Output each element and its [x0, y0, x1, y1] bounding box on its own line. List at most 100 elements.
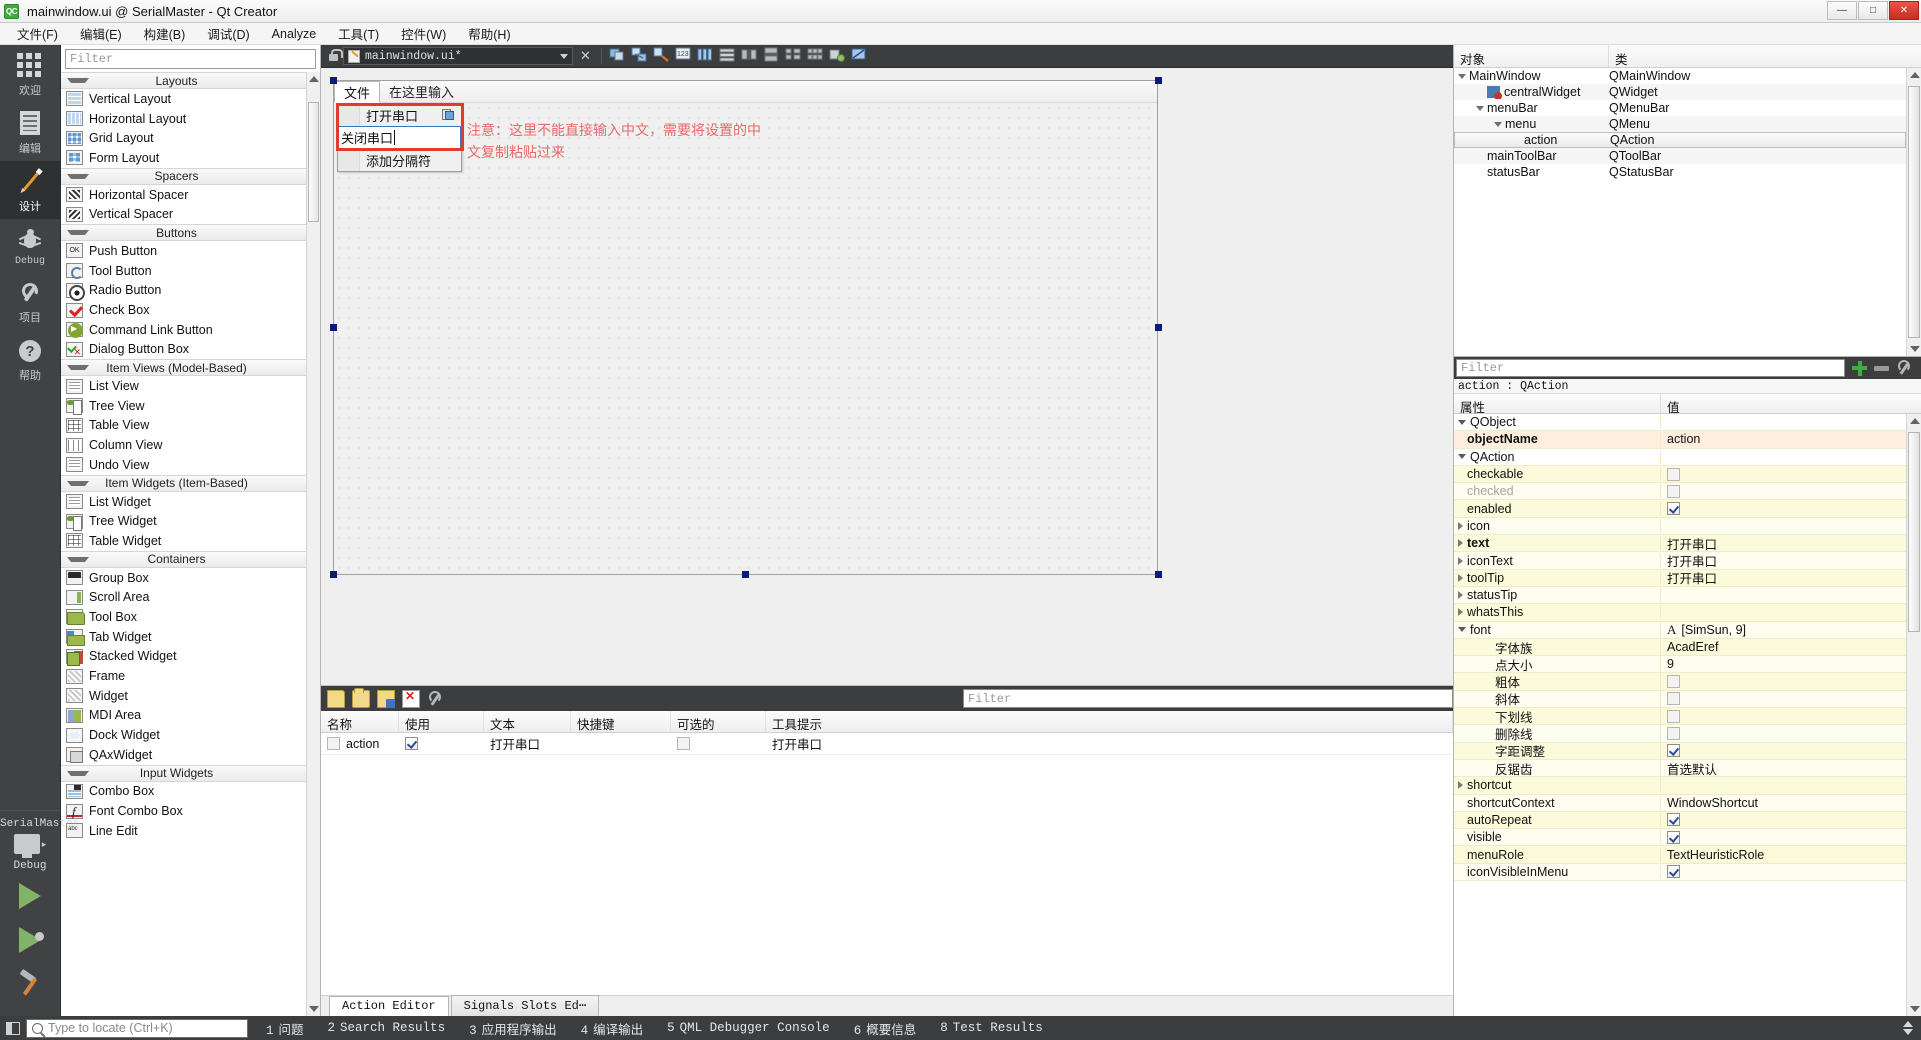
- property-checkbox[interactable]: [1667, 467, 1680, 481]
- action-tooltip-cell[interactable]: 打开串口: [766, 734, 1453, 753]
- output-pane-button-6[interactable]: 6 概要信息: [842, 1019, 929, 1038]
- scroll-down-icon[interactable]: [309, 1006, 319, 1012]
- property-row[interactable]: 点大小 9: [1454, 654, 1906, 674]
- widget-category-containers[interactable]: Containers: [61, 550, 306, 568]
- menu-edit[interactable]: 编辑(E): [69, 22, 133, 45]
- debug-button[interactable]: [0, 918, 60, 962]
- layout-vertically-button[interactable]: [717, 47, 738, 66]
- property-checkbox[interactable]: [1667, 502, 1680, 516]
- widget-item-table-view[interactable]: Table View: [61, 416, 306, 436]
- action-col-header-2[interactable]: 文本: [484, 711, 571, 732]
- property-row[interactable]: shortcut: [1454, 777, 1906, 795]
- widget-item-tab-widget[interactable]: Tab Widget: [61, 627, 306, 647]
- action-text-cell[interactable]: 打开串口: [484, 734, 571, 753]
- widget-item-mdi-area[interactable]: MDI Area: [61, 706, 306, 726]
- chevron-down-icon[interactable]: [1458, 627, 1466, 633]
- object-inspector-scrollbar[interactable]: [1906, 68, 1921, 356]
- folder-icon[interactable]: [352, 687, 370, 708]
- property-row[interactable]: text 打开串口: [1454, 535, 1906, 553]
- property-checkbox[interactable]: [1667, 709, 1680, 723]
- menu-analyze[interactable]: Analyze: [261, 25, 327, 43]
- property-value-cell[interactable]: WindowShortcut: [1661, 796, 1906, 810]
- selection-handle-ml[interactable]: [330, 324, 337, 331]
- action-editor-filter-input[interactable]: Filter: [963, 689, 1453, 708]
- property-checkbox[interactable]: [1667, 484, 1680, 498]
- widget-category-item-views-model-based[interactable]: Item Views (Model-Based): [61, 359, 306, 377]
- minimize-button[interactable]: —: [1827, 1, 1857, 20]
- widget-item-tool-button[interactable]: Tool Button: [61, 261, 306, 281]
- menu-widgets[interactable]: 控件(W): [390, 22, 457, 45]
- property-row[interactable]: autoRepeat: [1454, 811, 1906, 830]
- widget-item-font-combo-box[interactable]: Font Combo Box: [61, 801, 306, 821]
- action-col-header-5[interactable]: 工具提示: [766, 711, 1453, 732]
- action-used-checkbox[interactable]: [405, 737, 418, 750]
- chevron-right-icon[interactable]: [1458, 591, 1463, 600]
- chevron-right-icon[interactable]: [1458, 608, 1463, 617]
- property-checkbox[interactable]: [1667, 813, 1680, 827]
- widget-item-horizontal-spacer[interactable]: Horizontal Spacer: [61, 185, 306, 205]
- property-row[interactable]: shortcutContext WindowShortcut: [1454, 794, 1906, 812]
- object-inspector-row[interactable]: MainWindow QMainWindow: [1454, 68, 1906, 84]
- action-col-header-1[interactable]: 使用: [399, 711, 484, 732]
- widget-item-scroll-area[interactable]: Scroll Area: [61, 587, 306, 607]
- selection-handle-tr[interactable]: [1155, 77, 1162, 84]
- form-menu-item-1[interactable]: 在这里输入: [380, 81, 463, 102]
- property-value-cell[interactable]: [1661, 813, 1906, 827]
- property-value-cell[interactable]: [1661, 830, 1906, 844]
- output-pane-button-5[interactable]: 5 QML Debugger Console: [655, 1021, 842, 1035]
- form-menu-item-0[interactable]: 文件: [334, 81, 381, 103]
- widget-item-command-link-button[interactable]: Command Link Button: [61, 320, 306, 340]
- selection-handle-tl[interactable]: [330, 77, 337, 84]
- form-central-widget[interactable]: 注意：这里不能直接输入中文，需要将设置的中 文复制粘贴过来: [334, 103, 1157, 574]
- widget-item-line-edit[interactable]: Line Edit: [61, 821, 306, 841]
- layout-form-button[interactable]: [783, 47, 804, 66]
- lock-open-icon[interactable]: [325, 48, 343, 64]
- kit-selector[interactable]: SerialMaster ▸ Debug: [0, 810, 79, 874]
- close-button[interactable]: ✕: [1889, 1, 1919, 20]
- object-inspector-row[interactable]: menu QMenu: [1454, 116, 1906, 132]
- chevron-right-icon[interactable]: [1458, 521, 1463, 530]
- property-row[interactable]: QAction: [1454, 449, 1906, 466]
- output-pane-button-8[interactable]: 8 Test Results: [928, 1021, 1055, 1035]
- property-row[interactable]: enabled: [1454, 500, 1906, 518]
- widget-item-tool-box[interactable]: Tool Box: [61, 607, 306, 627]
- widget-item-stacked-widget[interactable]: Stacked Widget: [61, 647, 306, 667]
- object-inspector-row[interactable]: action QAction: [1454, 132, 1906, 148]
- property-row[interactable]: statusTip: [1454, 586, 1906, 605]
- folder-edit-icon[interactable]: [377, 689, 395, 708]
- selection-handle-bm[interactable]: [742, 571, 749, 578]
- menu-tools[interactable]: 工具(T): [327, 22, 390, 45]
- output-pane-button-1[interactable]: 1 问题: [254, 1019, 316, 1038]
- property-value-cell[interactable]: 首选默认: [1661, 759, 1906, 778]
- property-value-cell[interactable]: action: [1661, 432, 1906, 446]
- chevron-down-icon[interactable]: [1458, 454, 1466, 460]
- property-row[interactable]: checkable: [1454, 465, 1906, 484]
- widget-item-combo-box[interactable]: Combo Box: [61, 782, 306, 802]
- property-value-cell[interactable]: [1661, 865, 1906, 879]
- widget-category-item-widgets-item-based[interactable]: Item Widgets (Item-Based): [61, 474, 306, 492]
- menu-add-separator-row[interactable]: 添加分隔符: [338, 149, 461, 171]
- chevron-down-icon[interactable]: [560, 53, 568, 59]
- property-checkbox[interactable]: [1667, 830, 1680, 844]
- property-row[interactable]: 字距调整: [1454, 741, 1906, 761]
- action-checkable-checkbox[interactable]: [677, 737, 690, 750]
- plus-icon[interactable]: [1852, 360, 1867, 376]
- property-row[interactable]: whatsThis: [1454, 604, 1906, 622]
- action-editor-tab-0[interactable]: Action Editor: [329, 996, 449, 1017]
- property-checkbox[interactable]: [1667, 726, 1680, 740]
- widget-item-widget[interactable]: Widget: [61, 686, 306, 706]
- property-row[interactable]: menuRole TextHeuristicRole: [1454, 846, 1906, 864]
- chevron-right-icon[interactable]: [1458, 781, 1463, 790]
- selection-handle-mr[interactable]: [1155, 324, 1162, 331]
- widget-item-qaxwidget[interactable]: QAxWidget: [61, 745, 306, 765]
- property-row[interactable]: visible: [1454, 829, 1906, 847]
- chevron-down-icon[interactable]: [1458, 419, 1466, 425]
- widget-item-check-box[interactable]: Check Box: [61, 300, 306, 320]
- selection-handle-br[interactable]: [1155, 571, 1162, 578]
- property-value-cell[interactable]: [1661, 709, 1906, 723]
- chevron-down-icon[interactable]: [1476, 105, 1484, 111]
- locator-input[interactable]: Type to locate (Ctrl+K): [26, 1018, 248, 1038]
- property-value-cell[interactable]: [1661, 484, 1906, 498]
- form-design-canvas[interactable]: 文件 在这里输入 注意：这里不能直接输入中文，需要将设置的中 文复制粘贴过来 打开…: [321, 68, 1453, 686]
- property-row[interactable]: iconText 打开串口: [1454, 552, 1906, 570]
